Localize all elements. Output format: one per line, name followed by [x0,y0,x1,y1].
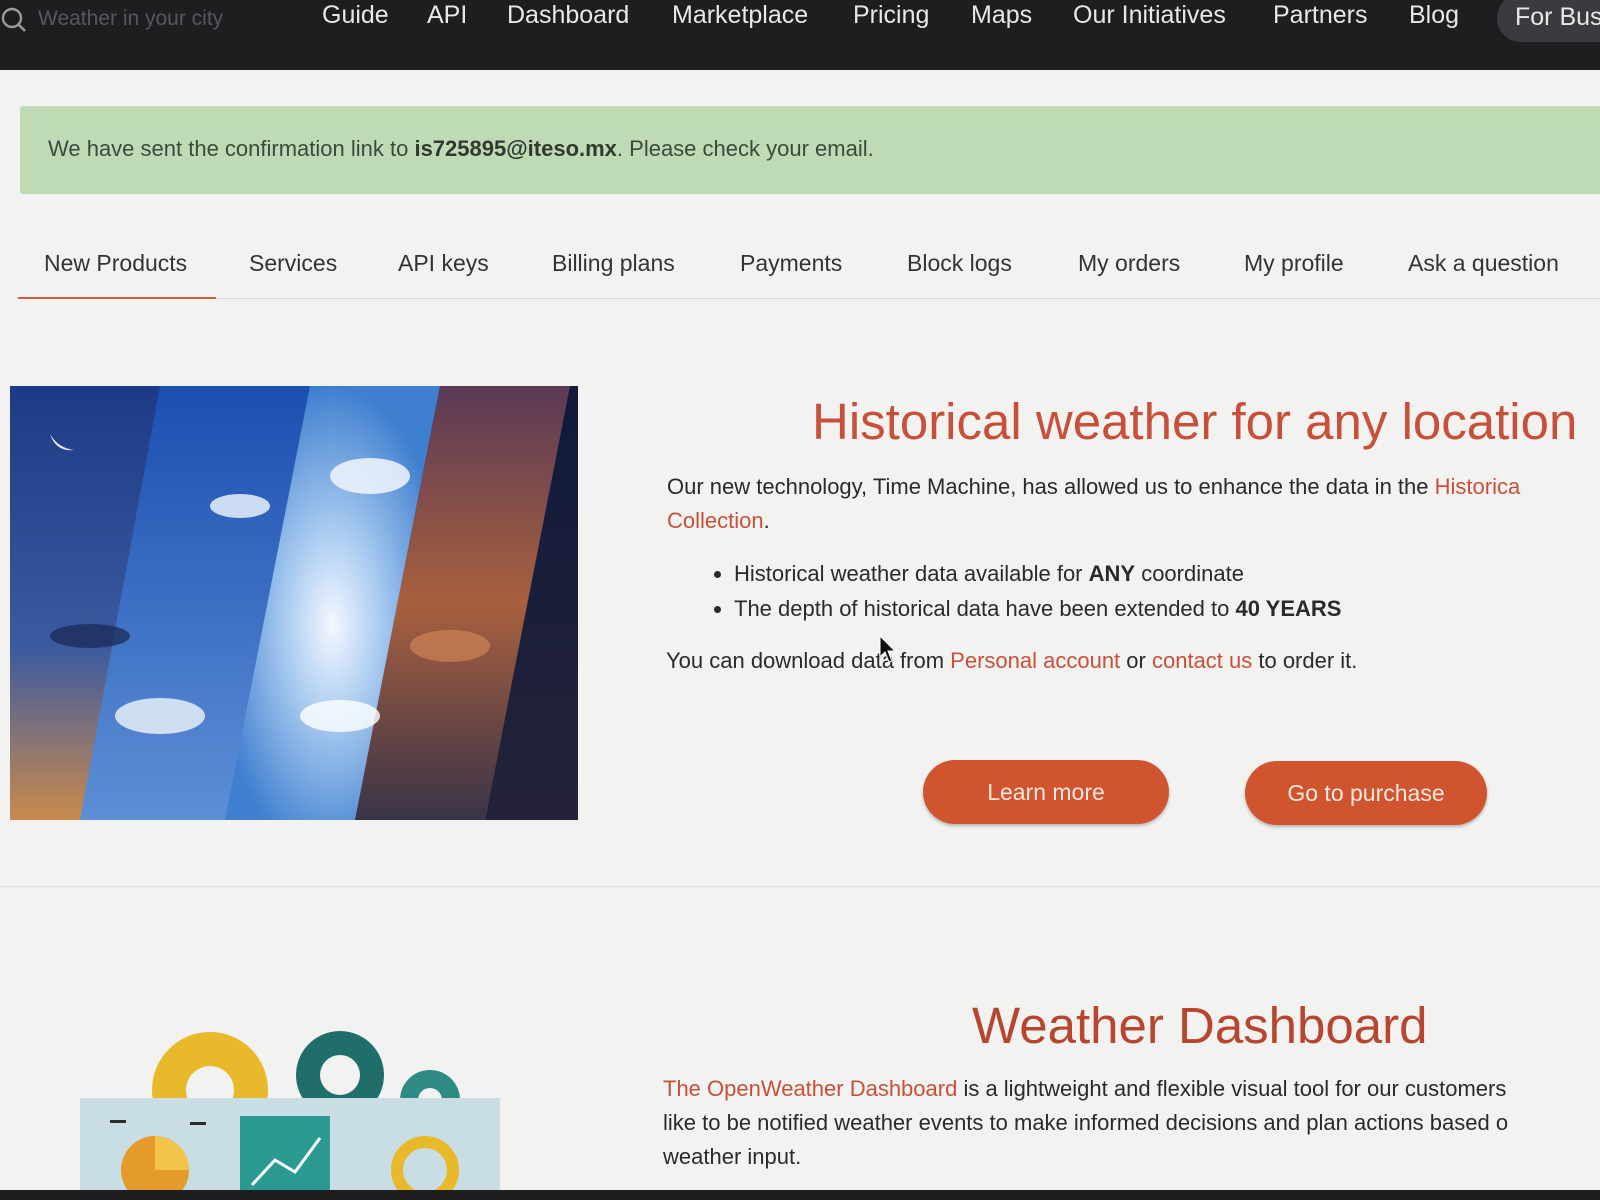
tab-block-logs[interactable]: Block logs [907,250,1012,277]
contact-us-link[interactable]: contact us [1152,648,1252,673]
search-icon[interactable] [0,6,26,32]
nav-marketplace[interactable]: Marketplace [672,0,808,30]
for-business-button[interactable]: For Bus [1497,0,1600,42]
historical-intro: Our new technology, Time Machine, has al… [667,474,1521,499]
nav-api[interactable]: API [427,0,467,30]
personal-account-link[interactable]: Personal account [950,648,1120,673]
dashboard-description-line3: weather input. [663,1144,802,1169]
top-navigation: Guide API Dashboard Marketplace Pricing … [0,0,1600,70]
dashboard-illustration [80,1031,500,1200]
historical-collection-link[interactable]: Historica [1435,474,1521,499]
section-divider [0,886,1600,887]
learn-more-button[interactable]: Learn more [923,760,1169,824]
mouse-cursor-icon [879,635,897,663]
tab-api-keys[interactable]: API keys [398,250,489,277]
nav-blog[interactable]: Blog [1409,0,1459,30]
tab-my-profile[interactable]: My profile [1244,250,1344,277]
alert-message: We have sent the confirmation link to is… [48,136,874,161]
nav-partners[interactable]: Partners [1273,0,1367,30]
tabs-divider [18,298,1600,299]
list-item: The depth of historical data have been e… [734,591,1341,626]
tab-ask-a-question[interactable]: Ask a question [1408,250,1559,277]
download-info: You can download data from Personal acco… [666,648,1358,673]
nav-guide[interactable]: Guide [322,0,389,30]
nav-dashboard[interactable]: Dashboard [507,0,629,30]
openweather-dashboard-link[interactable]: The OpenWeather Dashboard [663,1076,957,1101]
nav-our-initiatives[interactable]: Our Initiatives [1073,0,1226,30]
dashboard-description-line2: like to be notified weather events to ma… [663,1110,1509,1135]
alert-email: is725895@iteso.mx [414,136,617,161]
tab-billing-plans[interactable]: Billing plans [552,250,675,277]
active-tab-indicator [18,297,216,299]
go-to-purchase-button[interactable]: Go to purchase [1245,761,1487,825]
nav-pricing[interactable]: Pricing [853,0,929,30]
tab-new-products[interactable]: New Products [44,250,187,277]
weather-dashboard-title: Weather Dashboard [972,997,1428,1054]
historical-weather-title: Historical weather for any location [812,393,1578,450]
historical-intro-continued: Collection. [667,508,770,533]
confirmation-alert: We have sent the confirmation link to is… [20,106,1600,194]
historical-collection-link-continued[interactable]: Collection [667,508,764,533]
search-input[interactable] [36,2,280,36]
dashboard-description-line1: The OpenWeather Dashboard is a lightweig… [663,1076,1507,1101]
bottom-edge [0,1190,1600,1200]
tab-services[interactable]: Services [249,250,337,277]
historical-features-list: Historical weather data available for AN… [712,556,1341,626]
tab-payments[interactable]: Payments [740,250,842,277]
list-item: Historical weather data available for AN… [734,556,1341,591]
sky-collage-image [10,386,578,820]
nav-maps[interactable]: Maps [971,0,1032,30]
tab-my-orders[interactable]: My orders [1078,250,1180,277]
